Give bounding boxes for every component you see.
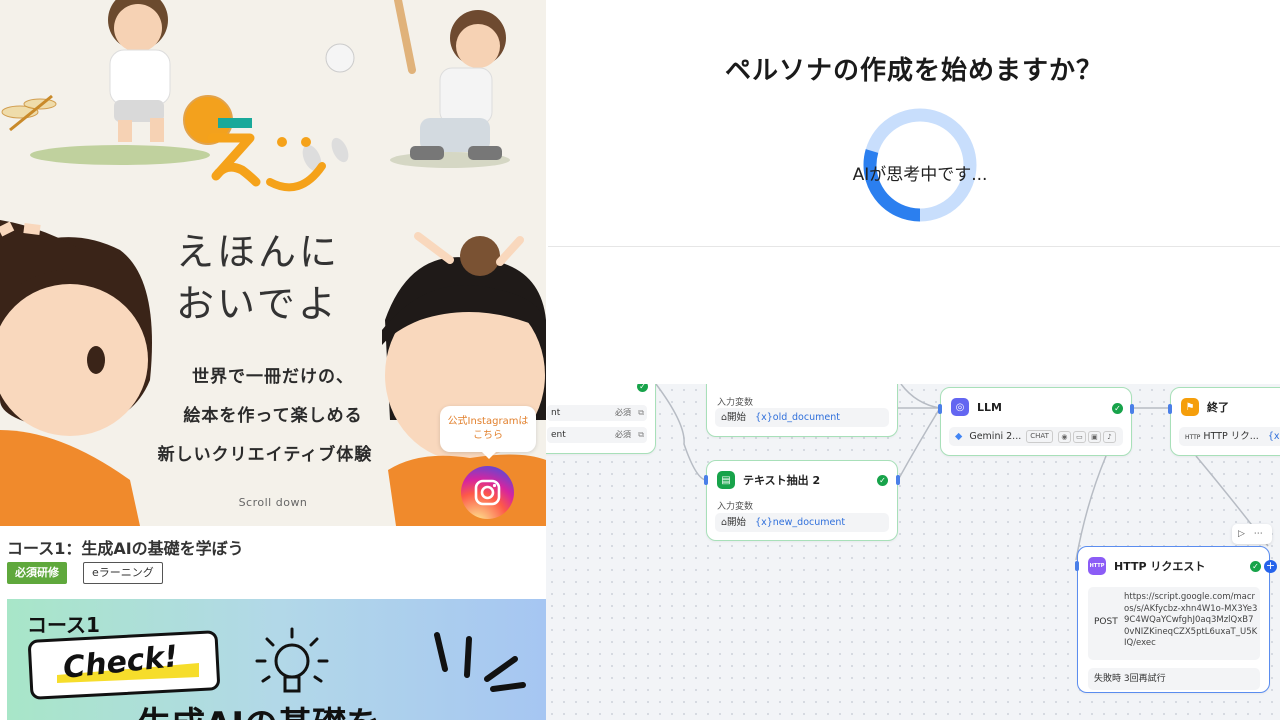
copy-icon: ⧉ bbox=[638, 430, 644, 439]
course-title[interactable]: コース1：生成AIの基礎を学ぼう bbox=[7, 535, 244, 559]
text-extract-node-1[interactable]: 入力変数 ⌂開始 {x}old_document bbox=[706, 384, 898, 437]
start-var-row-1: nt 必須 ⧉ bbox=[547, 405, 647, 421]
workflow-canvas[interactable]: ✓ nt 必須 ⧉ ent 必須 ⧉ 入力変数 ⌂開始 {x}old_docum… bbox=[546, 384, 1280, 720]
eye-icon: ◉ bbox=[1057, 430, 1071, 443]
success-check-icon: ✓ bbox=[1112, 403, 1123, 414]
success-check-icon: ✓ bbox=[637, 384, 648, 392]
tagline-1: 世界で一冊だけの、 bbox=[192, 367, 354, 387]
output-port[interactable] bbox=[1130, 404, 1134, 414]
course-banner[interactable]: コース1 Check! 生成AIの基礎を bbox=[7, 599, 546, 720]
document-icon: ▤ bbox=[717, 471, 735, 489]
ehon-logo bbox=[207, 118, 326, 192]
success-check-icon: ✓ bbox=[877, 475, 888, 486]
dialog-title: ペルソナの作成を始めますか？ bbox=[724, 56, 1103, 86]
lightbulb-icon bbox=[255, 627, 329, 693]
dragonfly-icon bbox=[1, 94, 57, 132]
more-icon[interactable]: ⋯ bbox=[1254, 529, 1263, 539]
audio-icon: ♪ bbox=[1102, 430, 1116, 443]
text-extract-node-2[interactable]: ▤ テキスト抽出 2 ✓ 入力変数 ⌂開始 {x}new_document bbox=[704, 460, 900, 541]
node-header: HTTP HTTP リクエスト bbox=[1088, 557, 1205, 575]
request-box[interactable]: POST https://script.google.com/macros/s/… bbox=[1088, 587, 1260, 660]
required-badge: 必須研修 bbox=[7, 562, 67, 584]
input-variables-label: 入力変数 bbox=[717, 398, 754, 408]
run-icon[interactable]: ▷ bbox=[1238, 529, 1245, 539]
node-toolbar: ▷ ⋯ bbox=[1232, 524, 1272, 544]
node-header: ◎ LLM bbox=[951, 398, 1002, 416]
start-node-partial[interactable]: ✓ nt 必須 ⧉ ent 必須 ⧉ bbox=[546, 384, 656, 454]
loading-text: AIが思考中です... bbox=[852, 165, 988, 185]
input-port[interactable] bbox=[1075, 561, 1079, 571]
model-field[interactable]: ◆ Gemini 2... CHAT ◉ ▭ ▣ ♪ bbox=[949, 427, 1123, 446]
chat-mode-badge: CHAT bbox=[1026, 430, 1053, 443]
node-header: ⚑ 終了 bbox=[1181, 398, 1229, 416]
start-var-row-2: ent 必須 ⧉ bbox=[547, 427, 647, 443]
flag-icon: ⚑ bbox=[1181, 398, 1199, 416]
request-url: https://script.google.com/macros/s/AKfyc… bbox=[1124, 592, 1258, 649]
retry-setting[interactable]: 失敗時 3回再試行 bbox=[1088, 668, 1260, 690]
http-method: POST bbox=[1094, 617, 1118, 627]
persona-dialog: ペルソナの作成を始めますか？ AIが思考中です... bbox=[548, 0, 1280, 247]
http-icon: HTTP bbox=[1185, 434, 1201, 441]
gemini-icon: ◆ bbox=[955, 431, 963, 442]
input-port[interactable] bbox=[1168, 404, 1172, 414]
hero-title: えほんに おいでよ bbox=[176, 230, 341, 326]
instagram-icon bbox=[474, 479, 501, 506]
instagram-callout[interactable]: 公式Instagramは こちら bbox=[440, 406, 536, 459]
success-check-icon: ✓ bbox=[1250, 561, 1261, 572]
instagram-callout-line2: こちら bbox=[473, 430, 503, 441]
instagram-button[interactable] bbox=[461, 466, 514, 519]
node-header: ▤ テキスト抽出 2 bbox=[717, 471, 820, 489]
output-variable-field: HTTP HTTP リク... {x}statu bbox=[1179, 427, 1280, 446]
llm-node[interactable]: ◎ LLM ✓ ◆ Gemini 2... CHAT ◉ ▭ ▣ ♪ bbox=[938, 387, 1134, 456]
llm-icon: ◎ bbox=[951, 398, 969, 416]
hero-section: えほんに おいでよ 世界で一冊だけの、 絵本を作って楽しめる 新しいクリエイティ… bbox=[0, 0, 546, 526]
image-icon: ▣ bbox=[1087, 430, 1101, 443]
output-port[interactable] bbox=[896, 475, 900, 485]
elearning-badge: eラーニング bbox=[83, 562, 163, 584]
http-icon: HTTP bbox=[1088, 557, 1106, 575]
screenshot-composite: えほんに おいでよ 世界で一冊だけの、 絵本を作って楽しめる 新しいクリエイティ… bbox=[0, 0, 1280, 720]
banner-course-label: コース1 bbox=[27, 613, 100, 637]
http-request-node[interactable]: HTTP HTTP リクエスト ✓ + POST https://script.… bbox=[1075, 546, 1277, 693]
input-variables-label: 入力変数 bbox=[717, 502, 754, 512]
instagram-callout-line1: 公式Instagramは bbox=[447, 416, 529, 427]
banner-bottom-text: 生成AIの基礎を bbox=[137, 697, 380, 720]
input-variable-field: ⌂開始 {x}old_document bbox=[715, 408, 889, 427]
file-icon: ▭ bbox=[1072, 430, 1086, 443]
input-port[interactable] bbox=[938, 404, 942, 414]
copy-icon: ⧉ bbox=[638, 408, 644, 417]
input-variable-field: ⌂開始 {x}new_document bbox=[715, 513, 889, 532]
end-node[interactable]: ⚑ 終了 HTTP HTTP リク... {x}statu bbox=[1168, 387, 1280, 456]
input-port[interactable] bbox=[704, 475, 708, 485]
add-node-icon[interactable]: + bbox=[1264, 560, 1277, 573]
emphasis-lines-icon bbox=[434, 632, 526, 692]
